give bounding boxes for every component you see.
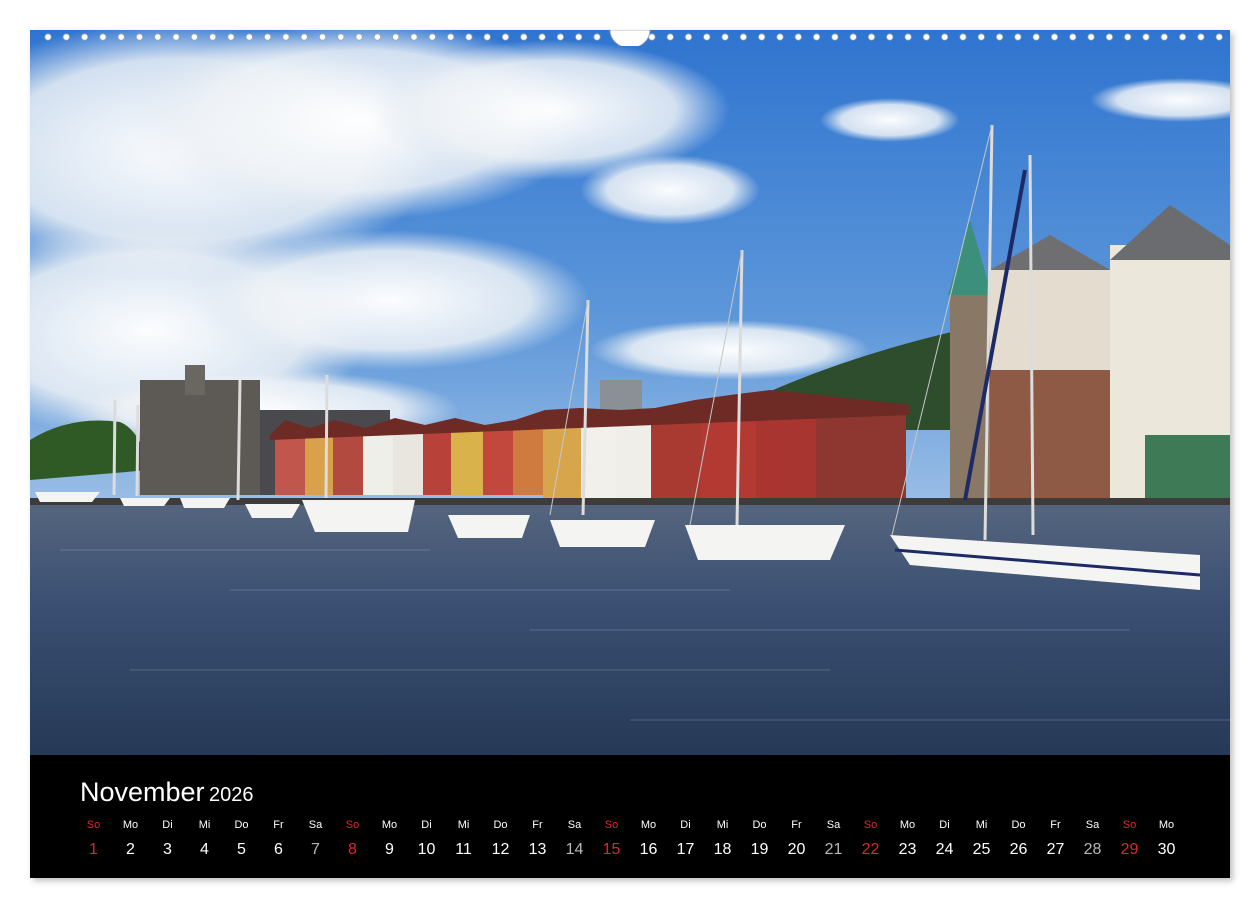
- weekday-label: Do: [1011, 819, 1026, 831]
- weekday-label: Mi: [975, 819, 988, 831]
- weekday-label: So: [345, 819, 360, 831]
- weekday-label: Do: [234, 819, 249, 831]
- day-number: 27: [1046, 841, 1065, 858]
- weekday-label: Mo: [122, 819, 139, 831]
- calendar-strip: November 2026 So 1 Mo 2 Di 3 Mi 4 Do 5 Fr 6 Sa 7 So 8 Mo…: [30, 755, 1230, 878]
- weekday-label: Di: [939, 819, 950, 831]
- weekday-label: Sa: [308, 819, 323, 831]
- month-title: November 2026: [80, 777, 254, 808]
- day-number: 1: [89, 841, 98, 858]
- day-number: 2: [126, 841, 135, 858]
- month-name: November: [80, 777, 205, 807]
- weekday-label: Mi: [716, 819, 729, 831]
- day-number: 23: [898, 841, 917, 858]
- day-number: 17: [676, 841, 695, 858]
- weekday-label: Mo: [899, 819, 916, 831]
- day-number: 14: [565, 841, 584, 858]
- day-number: 11: [455, 841, 472, 858]
- day-number: 9: [385, 841, 394, 858]
- weekday-label: So: [863, 819, 878, 831]
- weekday-label: Mi: [457, 819, 470, 831]
- day-number: 28: [1083, 841, 1102, 858]
- day-number: 5: [237, 841, 246, 858]
- day-number: 7: [311, 841, 320, 858]
- calendar-page: November 2026 So 1 Mo 2 Di 3 Mi 4 Do 5 Fr 6 Sa 7 So 8 Mo…: [0, 0, 1260, 908]
- day-number: 18: [713, 841, 732, 858]
- day-number: 13: [528, 841, 547, 858]
- day-number: 4: [200, 841, 209, 858]
- weekday-label: So: [604, 819, 619, 831]
- day-number: 12: [491, 841, 510, 858]
- month-year: 2026: [209, 784, 254, 806]
- weekday-label: Fr: [791, 819, 802, 831]
- day-number: 24: [935, 841, 954, 858]
- weekday-label: Di: [680, 819, 691, 831]
- weekday-label: Di: [421, 819, 432, 831]
- weekday-label: Fr: [532, 819, 543, 831]
- weekday-label: Di: [162, 819, 173, 831]
- weekday-label: Mi: [198, 819, 211, 831]
- harbour-photo: [30, 30, 1230, 755]
- weekday-label: Do: [752, 819, 767, 831]
- day-number: 8: [348, 841, 357, 858]
- weekday-label: So: [1122, 819, 1137, 831]
- weekday-label: Sa: [567, 819, 582, 831]
- day-number: 26: [1009, 841, 1028, 858]
- day-number: 22: [861, 841, 880, 858]
- day-number: 25: [972, 841, 991, 858]
- weekday-label: Sa: [1085, 819, 1100, 831]
- day-number: 10: [417, 841, 436, 858]
- day-number: 30: [1157, 841, 1176, 858]
- day-number: 21: [824, 841, 843, 858]
- day-number: 29: [1120, 841, 1139, 858]
- weekday-label: Do: [493, 819, 508, 831]
- day-number: 20: [787, 841, 806, 858]
- day-number: 15: [602, 841, 621, 858]
- weekday-label: Mo: [640, 819, 657, 831]
- weekday-label: So: [86, 819, 101, 831]
- weekday-label: Fr: [1050, 819, 1061, 831]
- day-number: 6: [274, 841, 283, 858]
- day-number: 16: [639, 841, 658, 858]
- day-number: 3: [163, 841, 172, 858]
- weekday-label: Fr: [273, 819, 284, 831]
- weekday-label: Mo: [1158, 819, 1175, 831]
- weekday-label: Sa: [826, 819, 841, 831]
- weekday-label: Mo: [381, 819, 398, 831]
- day-number: 19: [750, 841, 769, 858]
